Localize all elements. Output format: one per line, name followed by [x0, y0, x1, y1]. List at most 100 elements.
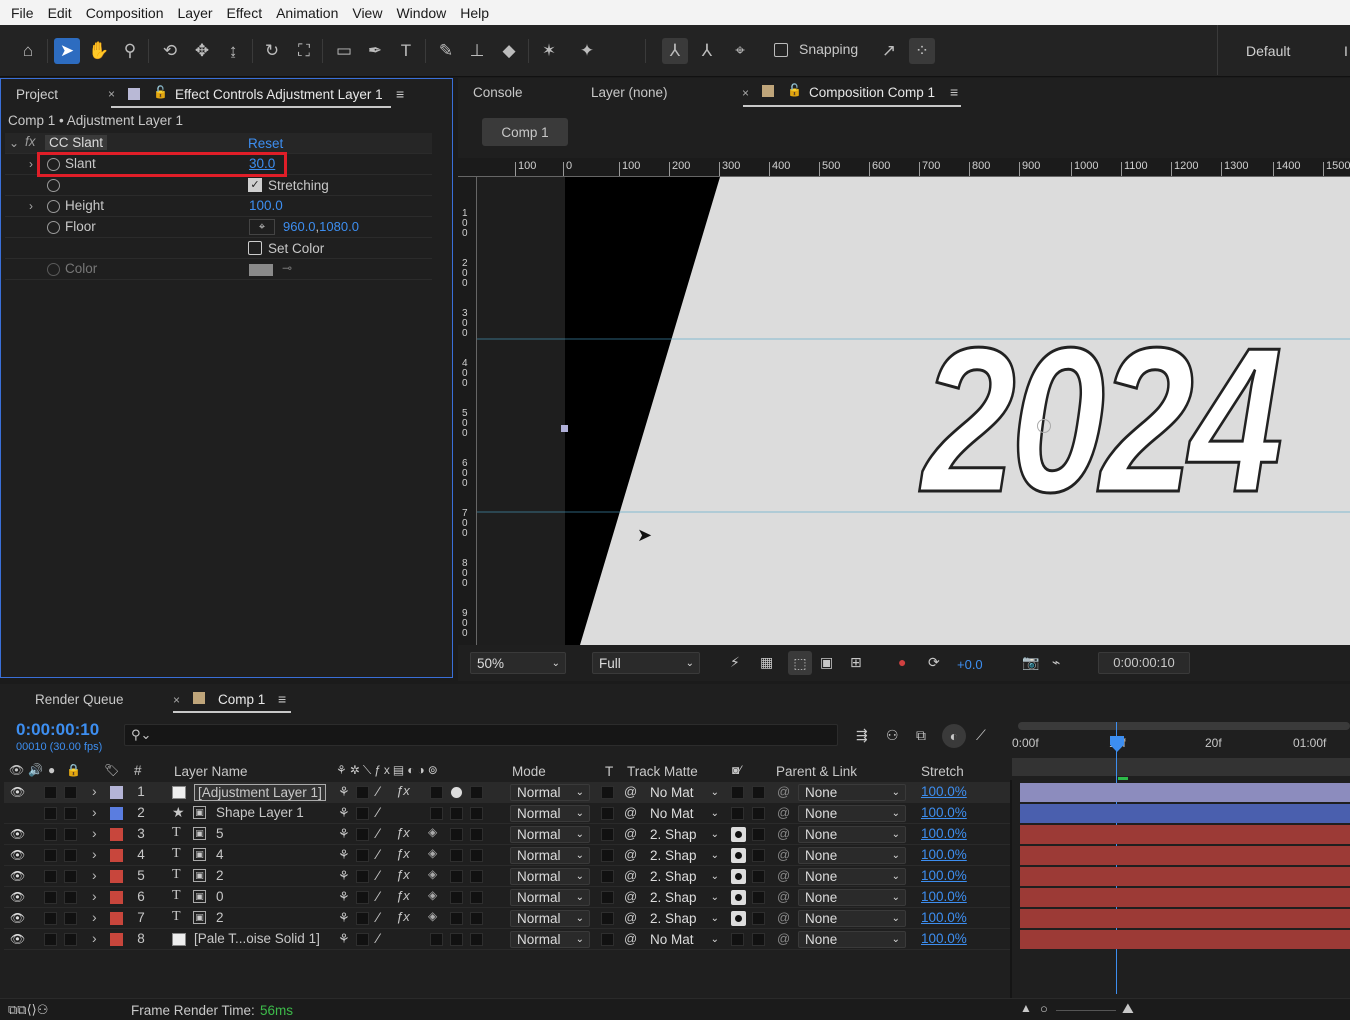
snap-options-icon[interactable]: ↗	[876, 38, 902, 64]
stretch-value[interactable]: 100.0%	[921, 805, 967, 820]
matte-invert-toggle[interactable]	[752, 828, 765, 841]
parent-pickwhip-icon[interactable]: @	[777, 847, 790, 862]
zoom-tool-icon[interactable]: ⚲	[117, 38, 143, 64]
stretch-value[interactable]: 100.0%	[921, 826, 967, 841]
tab-effect-controls[interactable]: Effect Controls Adjustment Layer 1	[175, 87, 383, 102]
layer-row[interactable]: 👁 › 8 [Pale T...oise Solid 1] ⚘ ⁄ Normal…	[4, 929, 1010, 950]
anchor-point-icon[interactable]	[1037, 419, 1051, 433]
tab-comp-timeline[interactable]: Comp 1	[218, 692, 265, 707]
tab-layer[interactable]: Layer (none)	[591, 85, 668, 100]
shy-switch-icon[interactable]: ⚘	[338, 889, 350, 905]
zoom-dropdown[interactable]: 50% ⌄	[470, 652, 566, 674]
tab-console[interactable]: Console	[473, 85, 523, 100]
collapse-switch[interactable]	[356, 849, 369, 862]
stretch-value[interactable]: 100.0%	[921, 784, 967, 799]
preserve-transparency-toggle[interactable]	[601, 786, 614, 799]
3d-switch[interactable]	[470, 891, 483, 904]
layer-duration-bar[interactable]	[1020, 846, 1350, 865]
quality-switch-icon[interactable]: ⁄	[377, 783, 379, 799]
effect-name[interactable]: CC Slant	[45, 135, 108, 150]
matte-invert-toggle[interactable]	[752, 891, 765, 904]
menu-effect[interactable]: Effect	[220, 5, 270, 21]
zoom-out-icon[interactable]: ▲	[1020, 1001, 1032, 1015]
world-axis-icon[interactable]: ⅄	[694, 38, 720, 64]
pen-tool-icon[interactable]: ✒	[362, 38, 388, 64]
transparency-grid-icon[interactable]: ▦	[760, 654, 773, 671]
adjustment-switch[interactable]	[450, 912, 463, 925]
orbit-tool-icon[interactable]: ⟲	[157, 38, 183, 64]
header-layer-name[interactable]: Layer Name	[174, 764, 248, 779]
pickwhip-icon[interactable]: @	[624, 889, 637, 904]
parent-pickwhip-icon[interactable]: @	[777, 784, 790, 799]
quality-switch-icon[interactable]: ⁄	[377, 930, 379, 946]
exposure-value[interactable]: +0.0	[957, 657, 983, 672]
menu-view[interactable]: View	[345, 5, 389, 21]
matte-invert-toggle[interactable]	[752, 912, 765, 925]
adjustment-switch[interactable]	[450, 870, 463, 883]
parent-dropdown[interactable]: None ⌄	[798, 847, 906, 864]
mode-dropdown[interactable]: Normal ⌄	[510, 784, 590, 801]
parent-pickwhip-icon[interactable]: @	[777, 868, 790, 883]
visibility-eye-icon[interactable]: 👁	[10, 848, 25, 862]
label-color[interactable]	[110, 933, 123, 946]
reset-link[interactable]: Reset	[248, 136, 283, 151]
layer-name[interactable]: 2	[216, 868, 224, 883]
menu-composition[interactable]: Composition	[79, 5, 171, 21]
stopwatch-icon[interactable]	[47, 179, 60, 192]
adjustment-switch[interactable]	[450, 849, 463, 862]
label-color[interactable]	[110, 786, 123, 799]
snap-grid-icon[interactable]: ⁘	[909, 38, 935, 64]
effect-switch-icon[interactable]: ƒx	[396, 909, 410, 924]
menu-edit[interactable]: Edit	[41, 5, 79, 21]
label-color[interactable]	[110, 828, 123, 841]
visibility-eye-icon[interactable]: 👁	[10, 827, 25, 841]
current-timecode[interactable]: 0:00:00:10	[16, 720, 99, 740]
layer-row[interactable]: 👁 › 3 T ▣ 5 ⚘ ⁄ ƒx ◈ Normal ⌄ @ 2. Shap ⌄ …	[4, 824, 1010, 845]
3d-switch[interactable]	[470, 807, 483, 820]
stretch-value[interactable]: 100.0%	[921, 868, 967, 883]
roto-brush-tool-icon[interactable]: ✶	[536, 38, 562, 64]
visibility-eye-icon[interactable]: 👁	[10, 785, 25, 799]
layer-search-input[interactable]: ⚲⌄	[124, 724, 838, 746]
preserve-transparency-toggle[interactable]	[601, 870, 614, 883]
floor-y-value[interactable]: 1080.0	[319, 219, 359, 234]
selection-tool-icon[interactable]: ➤	[54, 38, 80, 64]
layer-row[interactable]: 👁 › 4 T ▣ 4 ⚘ ⁄ ƒx ◈ Normal ⌄ @ 2. Shap ⌄ …	[4, 845, 1010, 866]
set-color-checkbox[interactable]	[248, 241, 262, 255]
panel-menu-icon[interactable]: ≡	[396, 86, 404, 102]
motion-blur-switch[interactable]: ◈	[428, 846, 443, 862]
panel-menu-icon[interactable]: ≡	[950, 84, 958, 100]
quality-switch-icon[interactable]: ⁄	[377, 804, 379, 820]
parent-dropdown[interactable]: None ⌄	[798, 910, 906, 927]
collapse-switch[interactable]	[356, 828, 369, 841]
floor-x-value[interactable]: 960.0	[283, 219, 316, 234]
pickwhip-icon[interactable]: @	[624, 826, 637, 841]
shy-switch-icon[interactable]: ⚘	[338, 910, 350, 926]
track-matte-dropdown[interactable]: 2. Shap ⌄	[644, 889, 724, 906]
layer-row[interactable]: 👁 › 5 T ▣ 2 ⚘ ⁄ ƒx ◈ Normal ⌄ @ 2. Shap ⌄ …	[4, 866, 1010, 887]
label-color[interactable]	[110, 891, 123, 904]
track-matte-dropdown[interactable]: No Mat ⌄	[644, 805, 724, 822]
stretch-value[interactable]: 100.0%	[921, 931, 967, 946]
lock-toggle[interactable]	[64, 933, 77, 946]
lock-toggle[interactable]	[64, 849, 77, 862]
layer-name[interactable]: 2	[216, 910, 224, 925]
time-ruler[interactable]: 0:00f 10f 20f 01:00f	[1012, 720, 1350, 780]
solo-toggle[interactable]	[44, 933, 57, 946]
solo-toggle[interactable]	[44, 912, 57, 925]
stopwatch-icon[interactable]	[47, 221, 60, 234]
pan-behind-tool-icon[interactable]: ⛶	[291, 38, 317, 64]
fast-previews-icon[interactable]: ⚡	[730, 654, 740, 671]
expand-chevron-icon[interactable]: ›	[92, 909, 97, 925]
menu-help[interactable]: Help	[453, 5, 496, 21]
crosshair-icon[interactable]: ⌖	[249, 219, 275, 235]
track-matte-dropdown[interactable]: 2. Shap ⌄	[644, 847, 724, 864]
stretching-checkbox[interactable]: ✓	[248, 178, 262, 192]
collapse-switch[interactable]	[356, 912, 369, 925]
lock-toggle[interactable]	[64, 870, 77, 883]
layer-row[interactable]: 👁 › 6 T ▣ 0 ⚘ ⁄ ƒx ◈ Normal ⌄ @ 2. Shap ⌄ …	[4, 887, 1010, 908]
solo-toggle[interactable]	[44, 891, 57, 904]
shy-layers-icon[interactable]: ⚇	[886, 727, 899, 744]
visibility-eye-icon[interactable]: 👁	[10, 890, 25, 904]
layer-duration-bar[interactable]	[1020, 888, 1350, 907]
